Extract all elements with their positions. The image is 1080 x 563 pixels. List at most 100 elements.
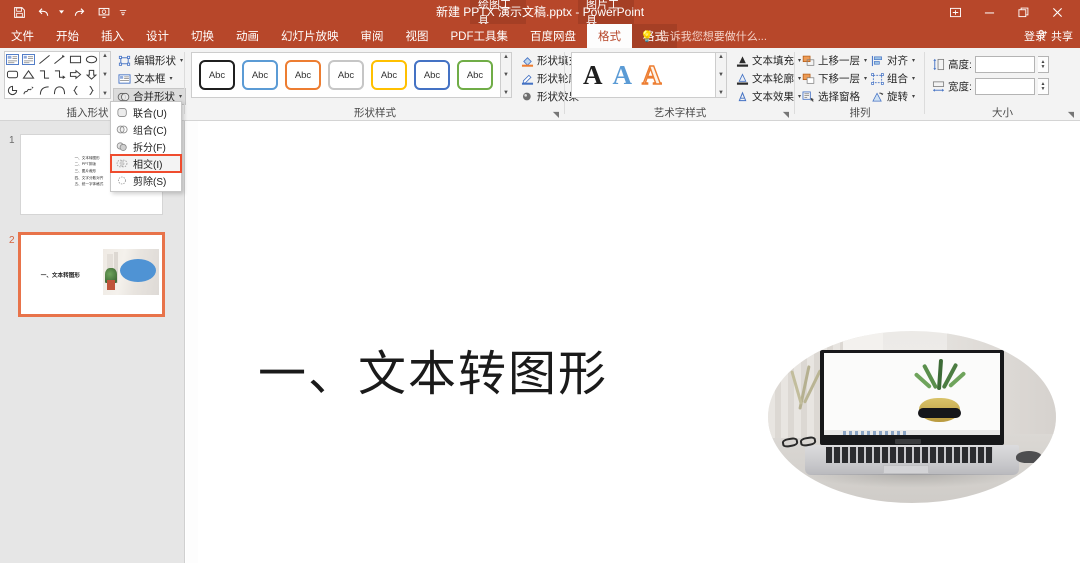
chevron-down-icon[interactable]: ▾: [912, 57, 915, 64]
shape-style-swatch[interactable]: Abc: [328, 60, 364, 90]
shapes-more-icon[interactable]: ▼: [102, 91, 108, 97]
size-dialog-launcher[interactable]: ◥: [1068, 110, 1074, 119]
shapes-scroll-up-icon[interactable]: ▲: [102, 53, 108, 59]
slide-thumbnail-frame[interactable]: 一、文本转图形: [18, 232, 165, 317]
close-icon[interactable]: [1040, 0, 1074, 24]
tab-review[interactable]: 审阅: [350, 24, 395, 48]
slide-thumbnail-2[interactable]: 2 一、文本转图形: [0, 229, 185, 329]
chevron-down-icon[interactable]: ▾: [864, 57, 867, 64]
slide-picture-oval[interactable]: [768, 331, 1056, 503]
shapes-gallery[interactable]: [4, 51, 100, 99]
shape-triangle-icon[interactable]: [21, 68, 35, 81]
chevron-down-icon[interactable]: ▾: [912, 93, 915, 100]
wordart-styles-scrollbar[interactable]: ▲ ▼ ▼: [716, 52, 727, 98]
tab-design[interactable]: 设计: [135, 24, 180, 48]
chevron-down-icon[interactable]: ▾: [912, 75, 915, 82]
shapes-scroll-down-icon[interactable]: ▼: [102, 72, 108, 78]
selection-pane-button[interactable]: 选择窗格: [799, 88, 863, 105]
shape-styles-scrollbar[interactable]: ▲ ▼ ▼: [501, 52, 512, 98]
shape-line-arrow-icon[interactable]: [53, 53, 67, 66]
shape-elbow-arrow-icon[interactable]: [53, 68, 67, 81]
tab-animations[interactable]: 动画: [225, 24, 270, 48]
text-box-button[interactable]: 文本框 ▾: [115, 70, 176, 87]
chevron-down-icon[interactable]: ▾: [179, 93, 182, 100]
tab-transitions[interactable]: 切换: [180, 24, 225, 48]
styles-more-icon[interactable]: ▼: [503, 90, 509, 96]
redo-icon[interactable]: [68, 1, 90, 23]
customize-qat-icon[interactable]: [118, 1, 128, 23]
shape-style-swatch[interactable]: Abc: [457, 60, 493, 90]
send-backward-button[interactable]: 下移一层 ▾: [799, 70, 870, 87]
stepper-down-icon[interactable]: ▼: [1040, 86, 1045, 92]
save-icon[interactable]: [8, 1, 30, 23]
tab-insert[interactable]: 插入: [90, 24, 135, 48]
shape-style-swatch[interactable]: Abc: [285, 60, 321, 90]
styles-scroll-down-icon[interactable]: ▼: [503, 72, 509, 78]
bring-forward-button[interactable]: 上移一层 ▾: [799, 52, 870, 69]
shape-textbox-icon[interactable]: [21, 53, 35, 66]
wordart-styles-dialog-launcher[interactable]: ◥: [783, 110, 789, 119]
tab-drawing-format[interactable]: 格式: [587, 24, 632, 48]
shape-right-arrow-icon[interactable]: [68, 68, 82, 81]
wordart-more-icon[interactable]: ▼: [718, 90, 724, 96]
tab-baidu-netdisk[interactable]: 百度网盘: [519, 24, 587, 48]
shape-line-icon[interactable]: [37, 53, 51, 66]
minimize-icon[interactable]: [972, 0, 1006, 24]
width-stepper[interactable]: ▲ ▼: [1037, 78, 1049, 95]
styles-scroll-up-icon[interactable]: ▲: [503, 54, 509, 60]
wordart-sample[interactable]: A: [641, 60, 662, 88]
merge-menu-item-intersect[interactable]: 相交(I): [110, 154, 182, 173]
merge-menu-item-union[interactable]: 联合(U): [111, 104, 181, 121]
slide-title-text[interactable]: 一、文本转图形: [258, 334, 608, 404]
chevron-down-icon[interactable]: ▾: [180, 57, 183, 64]
shape-styles-dialog-launcher[interactable]: ◥: [553, 110, 559, 119]
current-slide[interactable]: 一、文本转图形: [198, 121, 1080, 563]
shape-style-swatch[interactable]: Abc: [199, 60, 235, 90]
share-button[interactable]: 共享: [1032, 26, 1078, 46]
wordart-sample[interactable]: A: [613, 61, 633, 89]
undo-icon[interactable]: [33, 1, 55, 23]
shapes-gallery-scrollbar[interactable]: ▲ ▼ ▼: [100, 51, 111, 99]
align-button[interactable]: 对齐 ▾: [868, 52, 918, 69]
restore-icon[interactable]: [1006, 0, 1040, 24]
shape-recently-used-textbox-icon[interactable]: [6, 53, 20, 66]
rotate-button[interactable]: 旋转 ▾: [868, 88, 918, 105]
shape-oval-icon[interactable]: [84, 53, 98, 66]
tab-slideshow[interactable]: 幻灯片放映: [270, 24, 350, 48]
edit-shape-button[interactable]: 编辑形状 ▾: [115, 52, 186, 69]
tab-file[interactable]: 文件: [0, 24, 45, 48]
stepper-down-icon[interactable]: ▼: [1040, 64, 1045, 70]
chevron-down-icon[interactable]: ▾: [170, 75, 173, 82]
shape-rounded-rect-icon[interactable]: [6, 68, 20, 81]
wordart-scroll-up-icon[interactable]: ▲: [718, 54, 724, 60]
shape-freeform-icon[interactable]: [21, 84, 35, 97]
shape-pie-icon[interactable]: [6, 84, 20, 97]
shape-elbow-connector-icon[interactable]: [37, 68, 51, 81]
wordart-styles-gallery[interactable]: A A A: [571, 52, 716, 98]
shape-styles-gallery[interactable]: Abc Abc Abc Abc Abc Abc Abc: [191, 52, 501, 98]
height-stepper[interactable]: ▲ ▼: [1037, 56, 1049, 73]
tab-home[interactable]: 开始: [45, 24, 90, 48]
chevron-down-icon[interactable]: ▾: [864, 75, 867, 82]
shape-arc-icon[interactable]: [37, 84, 51, 97]
wordart-sample[interactable]: A: [583, 61, 603, 89]
shape-down-arrow-icon[interactable]: [84, 68, 98, 81]
ribbon-display-options-icon[interactable]: [938, 0, 972, 24]
shape-style-swatch[interactable]: Abc: [242, 60, 278, 90]
shape-rectangle-icon[interactable]: [68, 53, 82, 66]
start-slideshow-icon[interactable]: [93, 1, 115, 23]
wordart-scroll-down-icon[interactable]: ▼: [718, 72, 724, 78]
merge-menu-item-fragment[interactable]: 拆分(F): [111, 138, 181, 155]
undo-dropdown-icon[interactable]: [58, 1, 65, 23]
tab-pdf-tools[interactable]: PDF工具集: [440, 24, 520, 48]
shape-left-brace-icon[interactable]: [68, 84, 82, 97]
group-button[interactable]: 组合 ▾: [868, 70, 918, 87]
shape-curve-icon[interactable]: [53, 84, 67, 97]
shape-style-swatch[interactable]: Abc: [414, 60, 450, 90]
shape-style-swatch[interactable]: Abc: [371, 60, 407, 90]
tell-me-box[interactable]: 💡 告诉我您想要做什么...: [640, 24, 767, 48]
height-input[interactable]: [974, 56, 1035, 73]
shape-right-brace-icon[interactable]: [84, 84, 98, 97]
width-input[interactable]: [974, 78, 1035, 95]
merge-menu-item-subtract[interactable]: 剪除(S): [111, 172, 181, 189]
